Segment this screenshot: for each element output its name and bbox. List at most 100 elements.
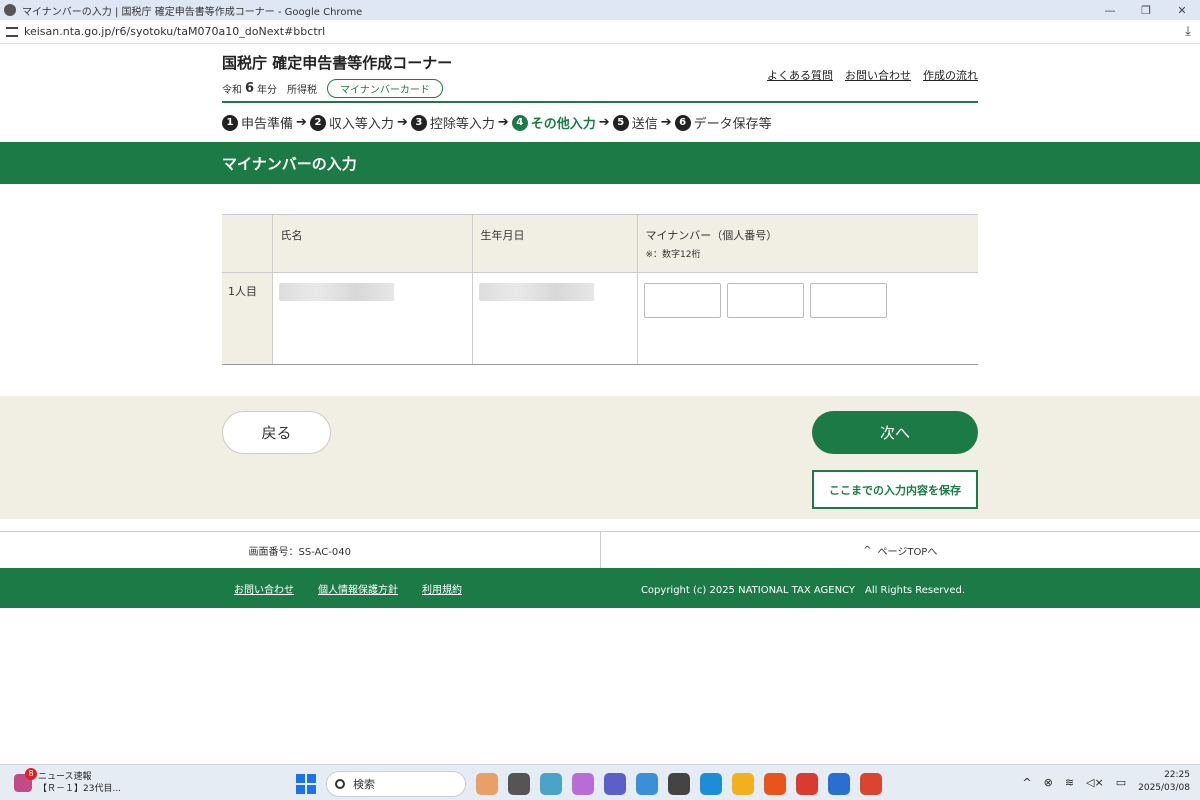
privacy-policy-link[interactable]: 個人情報保護方針 — [318, 581, 398, 596]
header-divider — [222, 101, 978, 103]
chevron-up-icon: ^ — [863, 544, 872, 556]
battery-icon[interactable]: ▭ — [1116, 776, 1126, 789]
close-window-button[interactable]: ✕ — [1164, 4, 1200, 17]
tax-type: 所得税 — [287, 85, 318, 96]
mynumber-cell — [637, 272, 978, 365]
other-app-icon[interactable] — [860, 773, 882, 795]
birthdate-cell — [472, 272, 638, 365]
action-area — [0, 396, 1200, 519]
wifi-icon[interactable]: ≋ — [1065, 776, 1074, 789]
birthdate-column-header: 生年月日 — [472, 214, 638, 273]
step-arrow-icon: ➔ — [598, 115, 610, 130]
step-arrow-icon: ➔ — [497, 115, 509, 130]
search-icon — [335, 779, 345, 789]
mynumber-table: 氏名 生年月日 マイナンバー（個人番号） ※：数字12桁 1人目 — [222, 214, 978, 365]
window-title: マイナンバーの入力 | 国税庁 確定申告書等作成コーナー - Google Ch… — [22, 6, 363, 18]
mynumber-input-3[interactable] — [809, 283, 887, 318]
step-6: 6 データ保存等 — [674, 113, 772, 132]
file-explorer-icon[interactable] — [732, 773, 754, 795]
person-row-label: 1人目 — [222, 272, 273, 365]
step-3: 3 控除等入力 — [410, 113, 495, 132]
site-settings-icon[interactable] — [6, 26, 18, 37]
download-icon[interactable]: ⤓ — [1176, 24, 1200, 39]
footer-bar: お問い合わせ 個人情報保護方針 利用規約 Copyright (c) 2025 … — [0, 568, 1200, 608]
step-arrow-icon: ➔ — [396, 115, 408, 130]
mynumber-column-header: マイナンバー（個人番号） ※：数字12桁 — [637, 214, 978, 273]
start-icon[interactable] — [296, 774, 316, 794]
copyright: Copyright (c) 2025 NATIONAL TAX AGENCY A… — [640, 584, 965, 596]
volume-muted-icon[interactable]: ◁× — [1086, 776, 1104, 789]
clock[interactable]: 22:25 2025/03/08 — [1138, 769, 1190, 795]
store-app-icon[interactable] — [828, 773, 850, 795]
browser-title-bar: マイナンバーの入力 | 国税庁 確定申告書等作成コーナー - Google Ch… — [0, 0, 1200, 20]
tax-year: 6 — [245, 81, 255, 96]
site-title[interactable]: 国税庁 確定申告書等作成コーナー — [222, 52, 452, 73]
footer-contact-link[interactable]: お問い合わせ — [234, 581, 294, 596]
step-arrow-icon: ➔ — [296, 115, 307, 130]
progress-steps: 1 申告準備 ➔ 2 収入等入力 ➔ 3 控除等入力 ➔ 4 その他入力 ➔ 5 送信 ➔… — [222, 113, 772, 132]
next-button[interactable]: 次へ — [812, 411, 978, 454]
save-progress-button[interactable]: ここまでの入力内容を保存 — [812, 470, 978, 509]
mynumber-input-1[interactable] — [643, 283, 721, 318]
name-column-header: 氏名 — [272, 214, 473, 273]
site-favicon-icon — [4, 4, 16, 16]
page-top-label: ページTOPへ — [877, 546, 938, 558]
mynumber-format-note: ※：数字12桁 — [645, 250, 701, 260]
footer-info: 画面番号：SS-AC-040 ^ ページTOPへ — [0, 531, 1200, 568]
page-title: マイナンバーの入力 — [222, 154, 357, 173]
page-top-link[interactable]: ^ ページTOPへ — [601, 532, 1200, 568]
news-title: ニュース速報 — [38, 771, 92, 782]
mynumber-header-label: マイナンバー（個人番号） — [645, 229, 778, 242]
news-widget[interactable]: 8 ニュース速報 【Ｒ－１】23代目... — [14, 767, 124, 795]
firefox-app-icon[interactable] — [764, 773, 786, 795]
step-2: 2 収入等入力 — [309, 113, 394, 132]
news-badge: 8 — [25, 767, 37, 780]
url-text[interactable]: keisan.nta.go.jp/r6/syotoku/taM070a10_do… — [24, 25, 1176, 38]
step-5: 5 送信 — [612, 113, 658, 132]
contact-link[interactable]: お問い合わせ — [845, 67, 911, 83]
taskbar-center: 検索 — [296, 771, 882, 797]
widgets-app-icon[interactable] — [476, 773, 498, 795]
chevron-up-icon[interactable]: ^ — [1022, 776, 1031, 789]
photos-app-icon[interactable] — [540, 773, 562, 795]
redacted-birthdate — [478, 283, 594, 301]
mynumber-inputs — [643, 283, 973, 318]
tax-year-row: 令和 6 年分 所得税 マイナンバーカード — [222, 79, 443, 98]
restore-button[interactable]: ❐ — [1128, 4, 1164, 17]
time: 22:25 — [1164, 770, 1190, 780]
minimize-button[interactable]: — — [1092, 4, 1128, 17]
taskbar-search-placeholder: 検索 — [353, 778, 375, 791]
table-header-row: 氏名 生年月日 マイナンバー（個人番号） ※：数字12桁 — [222, 214, 978, 273]
flow-link[interactable]: 作成の流れ — [923, 67, 978, 83]
step-1: 1 申告準備 — [222, 113, 293, 132]
copilot-app-icon[interactable] — [572, 773, 594, 795]
footer-links: お問い合わせ 個人情報保護方針 利用規約 — [234, 581, 462, 596]
address-bar[interactable]: keisan.nta.go.jp/r6/syotoku/taM070a10_do… — [0, 20, 1200, 44]
filing-method-badge: マイナンバーカード — [327, 79, 443, 98]
task-view-icon[interactable] — [508, 773, 530, 795]
name-cell — [272, 272, 473, 365]
redacted-name — [278, 283, 394, 301]
mynumber-input-2[interactable] — [726, 283, 804, 318]
terminal-app-icon[interactable] — [668, 773, 690, 795]
close-circle-icon[interactable]: ⊗ — [1044, 776, 1053, 789]
chrome-app-icon[interactable] — [796, 773, 818, 795]
screen-id: 画面番号：SS-AC-040 — [0, 532, 601, 568]
back-button[interactable]: 戻る — [222, 411, 331, 454]
terms-link[interactable]: 利用規約 — [422, 581, 462, 596]
date: 2025/03/08 — [1138, 783, 1190, 793]
system-tray: ^ ⊗ ≋ ◁× ▭ 22:25 2025/03/08 — [1022, 769, 1190, 795]
teams-app-icon[interactable] — [604, 773, 626, 795]
news-subtitle: 【Ｒ－１】23代目... — [38, 783, 122, 794]
year-suffix: 年分 — [257, 85, 278, 96]
table-row: 1人目 — [222, 272, 978, 365]
notepad-app-icon[interactable] — [636, 773, 658, 795]
step-4-current: 4 その他入力 — [511, 113, 596, 132]
era-label: 令和 — [222, 85, 242, 96]
header-links: よくある質問 お問い合わせ 作成の流れ — [767, 67, 978, 83]
taskbar-search[interactable]: 検索 — [326, 771, 466, 797]
page-heading-band: マイナンバーの入力 — [0, 142, 1200, 184]
edge-app-icon[interactable] — [700, 773, 722, 795]
faq-link[interactable]: よくある質問 — [767, 67, 833, 83]
row-header-cell — [222, 214, 273, 273]
